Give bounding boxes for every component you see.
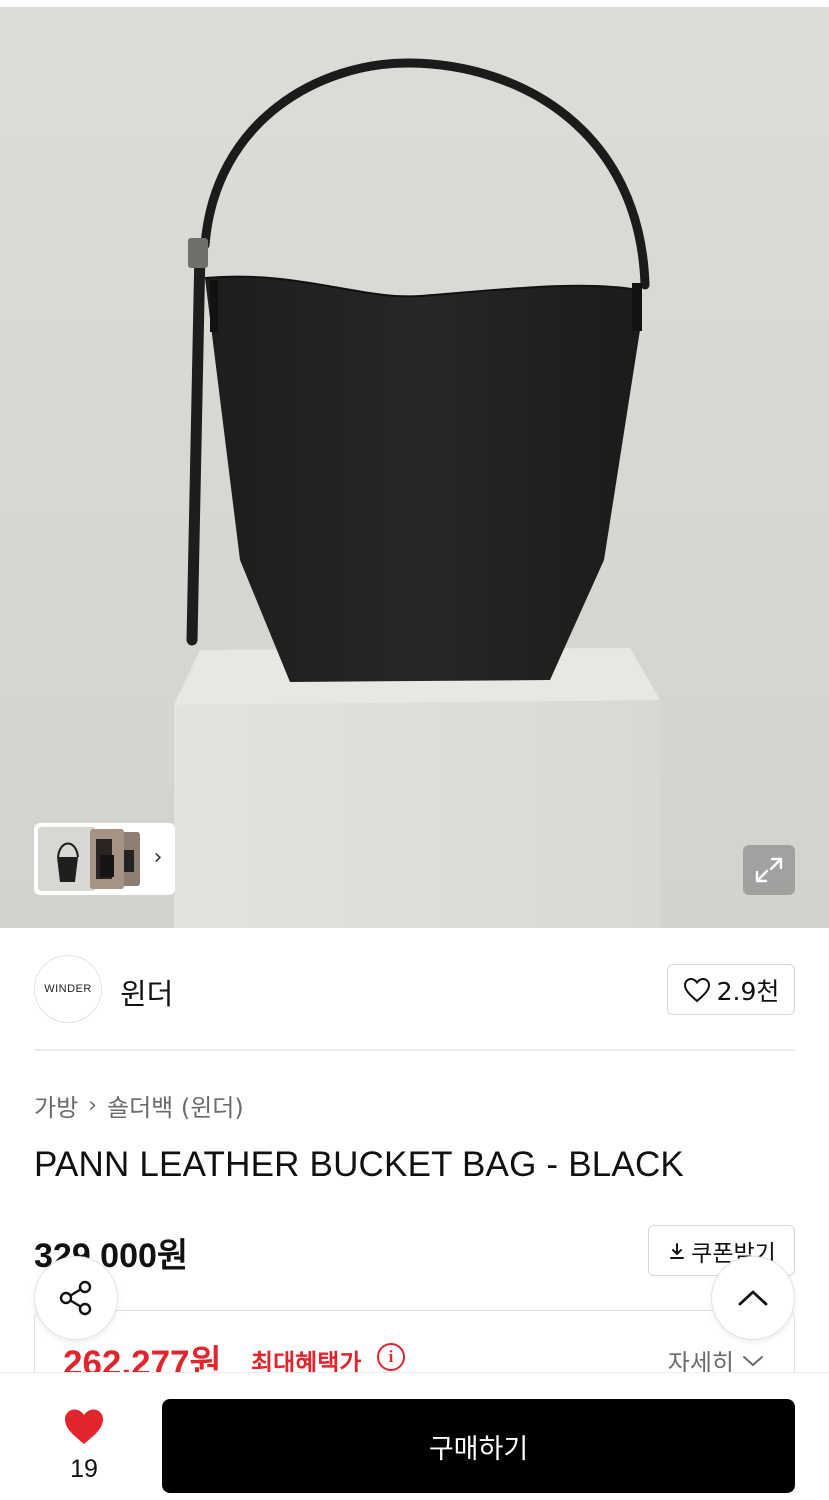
- chevron-down-icon: [743, 1355, 763, 1366]
- share-icon: [59, 1280, 92, 1316]
- scroll-top-button[interactable]: [711, 1256, 795, 1340]
- wishlist-button[interactable]: 19: [34, 1401, 134, 1491]
- chevron-right-icon[interactable]: ›: [148, 847, 168, 871]
- share-button[interactable]: [34, 1256, 118, 1340]
- brand-logo-text: WINDER: [44, 983, 92, 995]
- hero-top-strip: [0, 0, 829, 7]
- bag-photo: [0, 0, 829, 928]
- wishlist-count: 19: [70, 1455, 98, 1483]
- expand-icon[interactable]: [743, 845, 795, 895]
- heart-outline-icon: [683, 977, 710, 1002]
- breadcrumb-item-subcategory[interactable]: 숄더백 (윈더): [107, 1088, 244, 1123]
- brand-name[interactable]: 윈더: [120, 971, 173, 1013]
- brand-row: WINDER 윈더 2.9천: [34, 955, 795, 1023]
- chevron-up-icon: [738, 1290, 768, 1306]
- brand-like-count: 2.9천: [716, 976, 780, 1006]
- download-icon: [670, 1242, 685, 1259]
- breadcrumb: 가방 › 숄더백 (윈더): [34, 1088, 244, 1123]
- thumbnail-strip[interactable]: ›: [34, 823, 175, 895]
- divider: [34, 1049, 795, 1051]
- brand-like-button[interactable]: 2.9천: [667, 964, 795, 1015]
- bottom-action-bar: 19 구매하기: [0, 1372, 829, 1500]
- product-image[interactable]: ›: [0, 0, 829, 928]
- breadcrumb-item-category[interactable]: 가방: [34, 1088, 78, 1123]
- thumbnail-2[interactable]: [90, 829, 124, 889]
- chevron-right-icon: ›: [88, 1093, 97, 1118]
- heart-filled-icon: [65, 1409, 103, 1444]
- info-icon[interactable]: i: [377, 1343, 405, 1371]
- brand-logo[interactable]: WINDER: [34, 955, 102, 1023]
- buy-button[interactable]: 구매하기: [162, 1399, 795, 1493]
- thumbnail-1[interactable]: [38, 827, 96, 891]
- product-title: PANN LEATHER BUCKET BAG - BLACK: [34, 1145, 684, 1184]
